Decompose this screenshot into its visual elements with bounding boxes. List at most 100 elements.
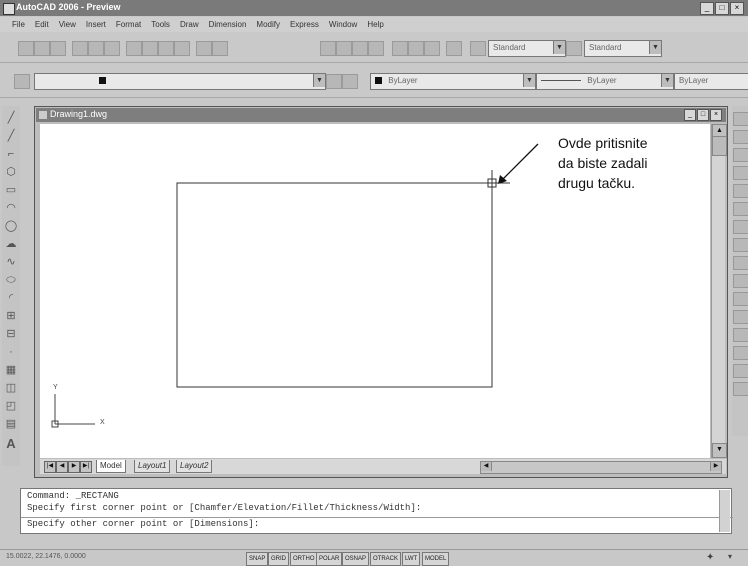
ortho-button[interactable]: ORTHO <box>290 552 318 566</box>
model-button[interactable]: MODEL <box>422 552 450 566</box>
array-icon[interactable] <box>733 184 748 198</box>
text-style-select[interactable]: Standard ▼ <box>488 40 566 57</box>
polyline-icon[interactable]: ⌐ <box>4 148 18 160</box>
menu-file[interactable]: File <box>12 17 25 32</box>
command-prompt[interactable]: Specify other corner point or [Dimension… <box>27 519 259 529</box>
copy-icon[interactable] <box>142 41 158 56</box>
menu-edit[interactable]: Edit <box>35 17 49 32</box>
paste-icon[interactable] <box>158 41 174 56</box>
otrack-button[interactable]: OTRACK <box>370 552 402 566</box>
dim-style-select[interactable]: Standard ▼ <box>584 40 662 57</box>
drawing-maximize-button[interactable]: □ <box>697 109 709 121</box>
fillet-icon[interactable] <box>733 364 748 378</box>
tab-layout2[interactable]: Layout2 <box>176 460 213 473</box>
circle-icon[interactable]: ◯ <box>4 220 18 232</box>
polygon-icon[interactable]: ⬡ <box>4 166 18 178</box>
extend-icon[interactable] <box>733 292 748 306</box>
linetype-select[interactable]: ByLayer ▼ <box>536 73 674 90</box>
status-menu-icon[interactable]: ▾ <box>728 552 732 561</box>
design-center-icon[interactable] <box>408 41 424 56</box>
lwt-button[interactable]: LWT <box>402 552 421 566</box>
undo-icon[interactable] <box>196 41 212 56</box>
ellipse-icon[interactable]: ⬭ <box>4 274 18 286</box>
tab-layout1[interactable]: Layout1 <box>134 460 171 473</box>
app-icon[interactable] <box>3 3 15 15</box>
tab-model[interactable]: Model <box>96 460 126 473</box>
text-style-icon[interactable] <box>470 41 486 56</box>
menu-dimension[interactable]: Dimension <box>209 17 247 32</box>
horizontal-scrollbar[interactable]: ◀ ▶ <box>480 461 722 474</box>
command-scrollbar[interactable] <box>719 490 730 532</box>
grid-button[interactable]: GRID <box>268 552 289 566</box>
prev-tab-icon[interactable]: ◀ <box>56 461 68 473</box>
spline-icon[interactable]: ∿ <box>4 256 18 268</box>
pan-icon[interactable] <box>320 41 336 56</box>
matchprop-icon[interactable] <box>174 41 190 56</box>
menu-insert[interactable]: Insert <box>86 17 106 32</box>
layer-select[interactable]: ▼ <box>34 73 326 90</box>
multiline-text-icon[interactable]: A <box>4 437 18 450</box>
layer-previous-icon[interactable] <box>342 74 358 89</box>
chamfer-icon[interactable] <box>733 346 748 360</box>
chevron-down-icon[interactable]: ▼ <box>649 41 661 54</box>
zoom-realtime-icon[interactable] <box>336 41 352 56</box>
make-current-layer-icon[interactable] <box>326 74 342 89</box>
scale-icon[interactable] <box>733 238 748 252</box>
menu-format[interactable]: Format <box>116 17 141 32</box>
menu-express[interactable]: Express <box>290 17 319 32</box>
save-icon[interactable] <box>50 41 66 56</box>
revision-cloud-icon[interactable]: ☁ <box>4 238 18 250</box>
new-icon[interactable] <box>18 41 34 56</box>
zoom-window-icon[interactable] <box>352 41 368 56</box>
arc-icon[interactable]: ◠ <box>4 202 18 214</box>
offset-icon[interactable] <box>733 166 748 180</box>
next-tab-icon[interactable]: ▶ <box>68 461 80 473</box>
drawing-minimize-button[interactable]: _ <box>684 109 696 121</box>
rectangle-icon[interactable]: ▭ <box>4 184 18 196</box>
ellipse-arc-icon[interactable]: ◜ <box>4 292 18 304</box>
erase-icon[interactable] <box>733 112 748 126</box>
publish-icon[interactable] <box>104 41 120 56</box>
break-icon[interactable] <box>733 310 748 324</box>
tool-palettes-icon[interactable] <box>424 41 440 56</box>
table-icon[interactable]: ▤ <box>4 418 18 430</box>
snap-button[interactable]: SNAP <box>246 552 269 566</box>
mirror-icon[interactable] <box>733 148 748 162</box>
communication-center-icon[interactable]: ✦ <box>706 552 714 563</box>
zoom-previous-icon[interactable] <box>368 41 384 56</box>
join-icon[interactable] <box>733 328 748 342</box>
command-window[interactable]: Command: _RECTANG Specify first corner p… <box>20 488 733 534</box>
menu-tools[interactable]: Tools <box>151 17 170 32</box>
polar-button[interactable]: POLAR <box>316 552 343 566</box>
scroll-right-icon[interactable]: ▶ <box>710 462 721 471</box>
copy-object-icon[interactable] <box>733 130 748 144</box>
drawing-icon[interactable] <box>39 111 47 119</box>
hatch-icon[interactable]: ▦ <box>4 364 18 376</box>
construction-line-icon[interactable]: ╱ <box>4 130 18 142</box>
gradient-icon[interactable]: ◫ <box>4 382 18 394</box>
maximize-button[interactable]: □ <box>715 2 729 15</box>
osnap-button[interactable]: OSNAP <box>342 552 370 566</box>
vertical-scroll-thumb[interactable] <box>712 136 727 156</box>
last-tab-icon[interactable]: ▶| <box>80 461 92 473</box>
redo-icon[interactable] <box>212 41 228 56</box>
chevron-down-icon[interactable]: ▼ <box>553 41 565 54</box>
dim-style-icon[interactable] <box>566 41 582 56</box>
stretch-icon[interactable] <box>733 256 748 270</box>
properties-icon[interactable] <box>392 41 408 56</box>
insert-block-icon[interactable]: ⊞ <box>4 310 18 322</box>
chevron-down-icon[interactable]: ▼ <box>313 74 325 87</box>
menu-draw[interactable]: Draw <box>180 17 199 32</box>
print-icon[interactable] <box>72 41 88 56</box>
cut-icon[interactable] <box>126 41 142 56</box>
chevron-down-icon[interactable]: ▼ <box>523 74 535 87</box>
open-icon[interactable] <box>34 41 50 56</box>
move-icon[interactable] <box>733 202 748 216</box>
menu-view[interactable]: View <box>59 17 76 32</box>
menu-help[interactable]: Help <box>367 17 383 32</box>
close-button[interactable]: × <box>730 2 744 15</box>
make-block-icon[interactable]: ⊟ <box>4 328 18 340</box>
scroll-left-icon[interactable]: ◀ <box>481 462 492 471</box>
layer-manager-icon[interactable] <box>14 74 30 89</box>
line-icon[interactable]: ╱ <box>4 112 18 124</box>
